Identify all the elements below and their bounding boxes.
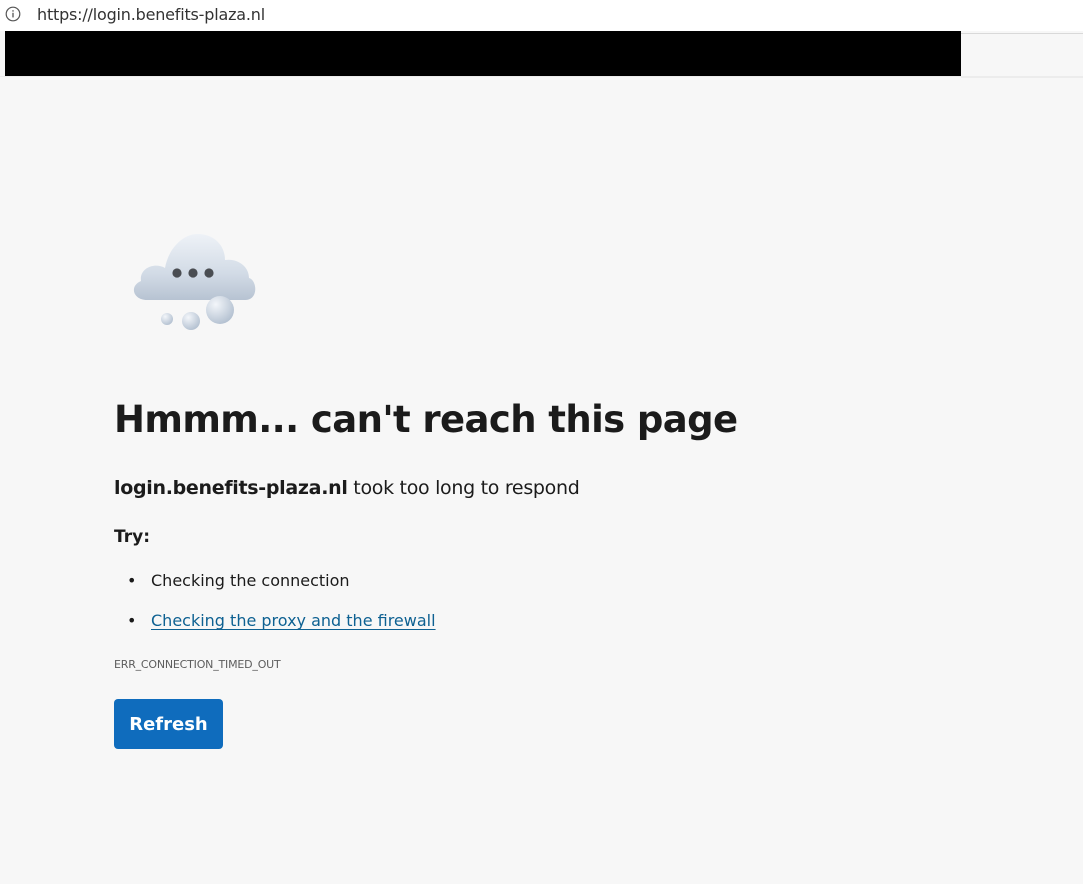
bullet: •	[127, 571, 137, 590]
toolbar-strip	[961, 33, 1083, 78]
suggestion-list: • Checking the connection • Checking the…	[114, 566, 436, 646]
error-description: took too long to respond	[347, 477, 580, 499]
list-item: • Checking the connection	[114, 566, 436, 606]
address-bar[interactable]: https://login.benefits-plaza.nl	[0, 0, 1083, 31]
redacted-region	[5, 31, 961, 76]
url-text[interactable]: https://login.benefits-plaza.nl	[37, 5, 265, 24]
suggestion-check-connection: Checking the connection	[151, 571, 350, 590]
try-label: Try:	[114, 527, 150, 547]
toolbar-divider	[0, 76, 1083, 77]
refresh-button[interactable]: Refresh	[114, 699, 223, 749]
cloud-thinking-icon	[125, 228, 265, 336]
error-code: ERR_CONNECTION_TIMED_OUT	[114, 658, 281, 671]
bullet: •	[127, 611, 137, 630]
host-name: login.benefits-plaza.nl	[114, 477, 348, 499]
page-title: Hmmm... can't reach this page	[114, 398, 738, 441]
list-item: • Checking the proxy and the firewall	[114, 606, 436, 646]
info-icon[interactable]	[5, 6, 21, 22]
proxy-firewall-link[interactable]: Checking the proxy and the firewall	[151, 611, 436, 630]
error-message: login.benefits-plaza.nl took too long to…	[114, 477, 580, 499]
